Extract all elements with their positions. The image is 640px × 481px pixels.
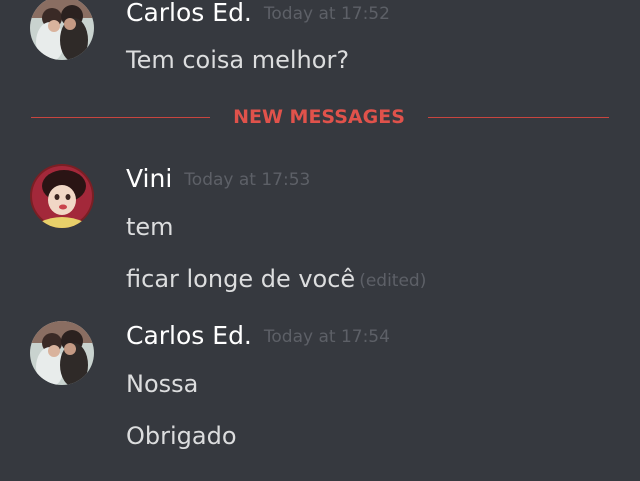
- timestamp: Today at 17:54: [263, 327, 390, 347]
- vini-avatar-icon: [30, 164, 94, 228]
- edited-label: (edited): [359, 271, 427, 291]
- avatar[interactable]: [30, 321, 94, 385]
- message-text: Nossa: [126, 370, 199, 398]
- author-label[interactable]: Carlos Ed.: [126, 321, 252, 350]
- author-label[interactable]: Vini: [126, 164, 172, 193]
- avatar[interactable]: [30, 164, 94, 228]
- message-text: Tem coisa melhor?: [126, 46, 350, 74]
- new-messages-label: NEW MESSAGES: [233, 106, 405, 128]
- carlos-avatar-icon: [30, 321, 94, 385]
- message-text: ficar longe de você (edited): [126, 264, 426, 296]
- author-name[interactable]: Carlos Ed. Today at 17:54: [126, 321, 390, 352]
- author-name[interactable]: Carlos Ed. Today at 17:52: [126, 0, 390, 29]
- author-name[interactable]: Vini Today at 17:53: [126, 164, 310, 195]
- timestamp: Today at 17:52: [263, 4, 390, 24]
- new-messages-divider-right: [428, 117, 609, 118]
- message-text: Obrigado: [126, 422, 237, 450]
- carlos-avatar-icon: [30, 0, 94, 60]
- new-messages-divider-left: [31, 117, 210, 118]
- author-label[interactable]: Carlos Ed.: [126, 0, 252, 27]
- message-text: tem: [126, 213, 174, 241]
- timestamp: Today at 17:53: [184, 170, 311, 190]
- avatar[interactable]: [30, 0, 94, 60]
- message-text-content: ficar longe de você: [126, 265, 356, 293]
